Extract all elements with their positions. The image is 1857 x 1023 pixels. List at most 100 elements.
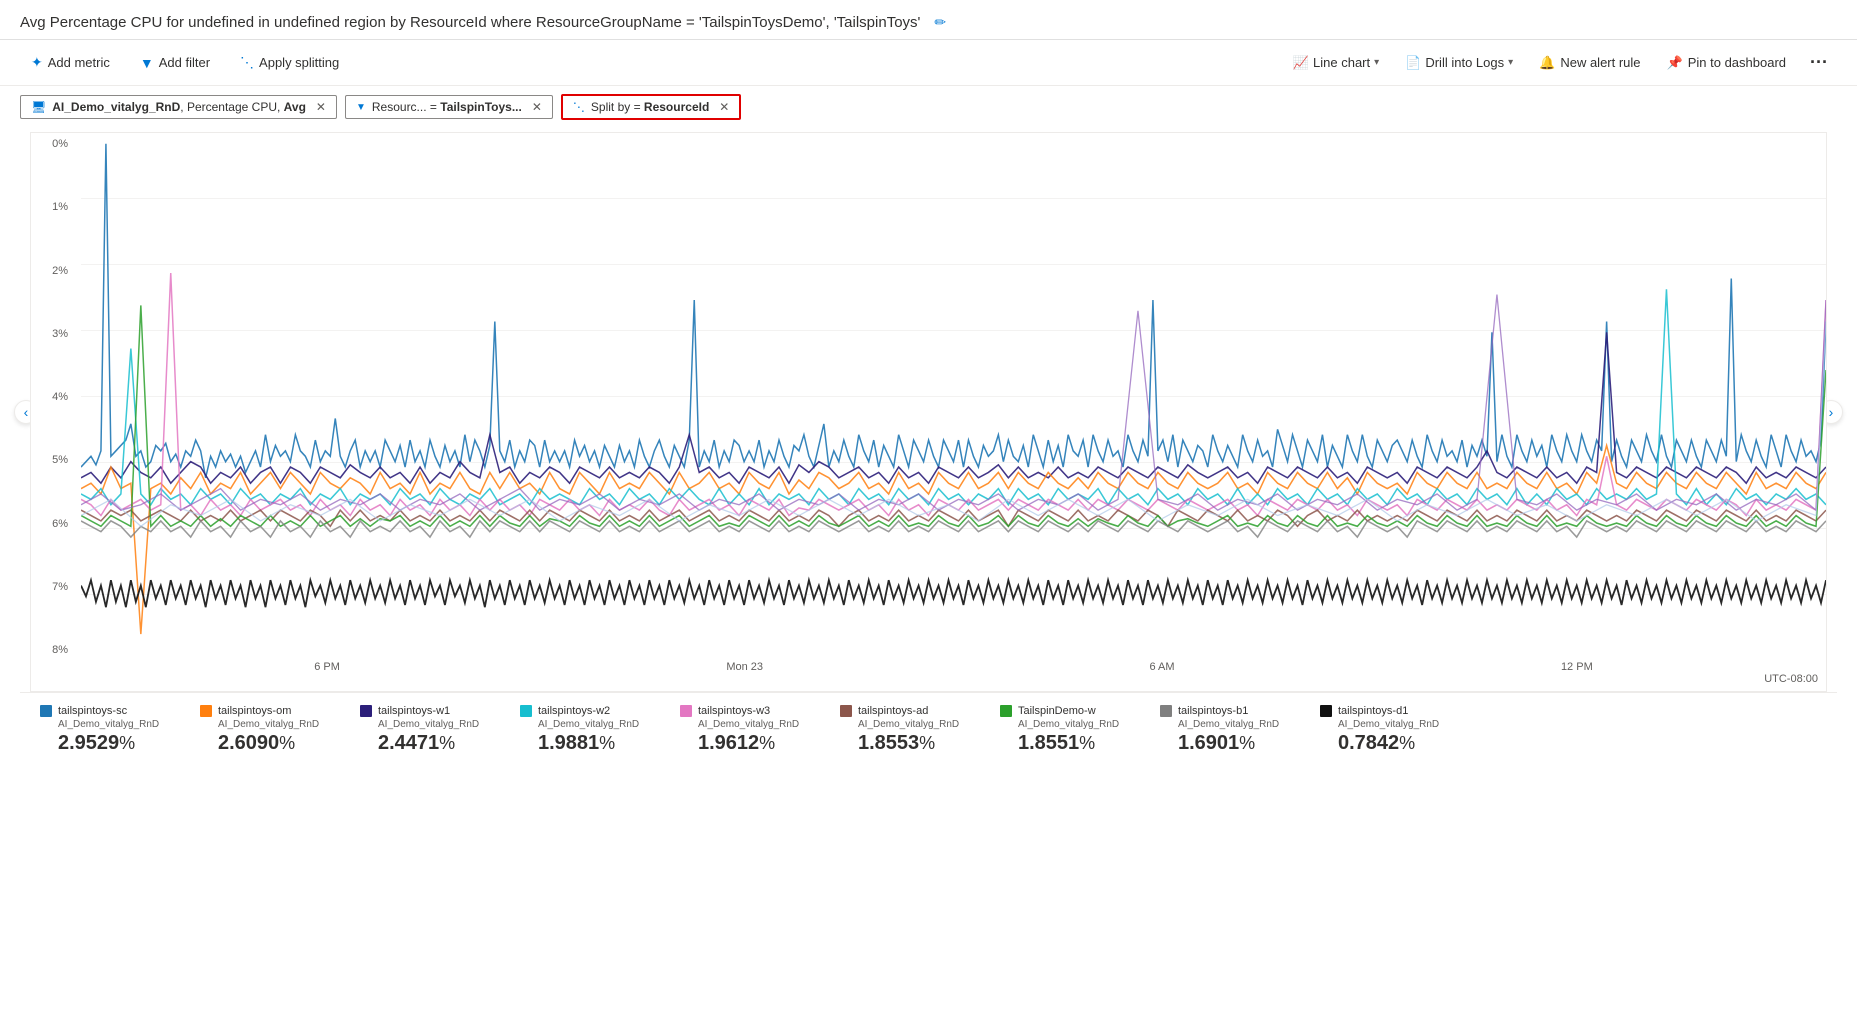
legend-color-ad bbox=[840, 705, 852, 717]
legend-sub-w2: AI_Demo_vitalyg_RnD bbox=[520, 719, 660, 730]
legend-item-ad: tailspintoys-ad AI_Demo_vitalyg_RnD 1.85… bbox=[840, 705, 980, 755]
chart-svg bbox=[81, 133, 1826, 661]
splitting-icon: ⋱ bbox=[240, 54, 254, 71]
legend-value-d1: 0.7842% bbox=[1320, 732, 1460, 755]
legend-item-om: tailspintoys-om AI_Demo_vitalyg_RnD 2.60… bbox=[200, 705, 340, 755]
y-label-5: 5% bbox=[31, 454, 76, 466]
legend-color-sc bbox=[40, 705, 52, 717]
pin-dashboard-button[interactable]: 📌 Pin to dashboard bbox=[1656, 49, 1797, 77]
utc-label: UTC-08:00 bbox=[1764, 673, 1818, 685]
legend-color-w1 bbox=[360, 705, 372, 717]
toolbar-right: 📈 Line chart ▾ 📄 Drill into Logs ▾ 🔔 New… bbox=[1282, 49, 1837, 77]
legend-item-b1: tailspintoys-b1 AI_Demo_vitalyg_RnD 1.69… bbox=[1160, 705, 1300, 755]
legend-sub-d1: AI_Demo_vitalyg_RnD bbox=[1320, 719, 1460, 730]
y-axis: 8% 7% 6% 5% 4% 3% 2% 1% 0% bbox=[31, 133, 81, 661]
x-label-6pm: 6 PM bbox=[314, 661, 340, 673]
pin-icon: 📌 bbox=[1667, 55, 1683, 71]
legend-color-w2 bbox=[520, 705, 532, 717]
metric-tag-text: AI_Demo_vitalyg_RnD, Percentage CPU, Avg bbox=[52, 100, 306, 114]
edit-icon[interactable]: ✏ bbox=[934, 14, 946, 31]
legend-label-w2: tailspintoys-w2 bbox=[520, 705, 660, 717]
legend-name-om: tailspintoys-om bbox=[218, 705, 291, 717]
chart-area: 8% 7% 6% 5% 4% 3% 2% 1% 0% bbox=[30, 132, 1827, 692]
split-tag-text: Split by = ResourceId bbox=[591, 100, 709, 114]
filter-tag: ▼ Resourc... = TailspinToys... ✕ bbox=[345, 95, 553, 119]
legend-sub-ad: AI_Demo_vitalyg_RnD bbox=[840, 719, 980, 730]
y-label-2: 2% bbox=[31, 265, 76, 277]
legend-label-tw: TailspinDemo-w bbox=[1000, 705, 1140, 717]
legend-value-w2: 1.9881% bbox=[520, 732, 660, 755]
add-metric-icon: ✦ bbox=[31, 54, 43, 71]
new-alert-button[interactable]: 🔔 New alert rule bbox=[1528, 49, 1651, 77]
y-label-3: 3% bbox=[31, 328, 76, 340]
line-chart-button[interactable]: 📈 Line chart ▾ bbox=[1282, 49, 1390, 77]
drill-logs-button[interactable]: 📄 Drill into Logs ▾ bbox=[1394, 49, 1524, 77]
legend: tailspintoys-sc AI_Demo_vitalyg_RnD 2.95… bbox=[20, 692, 1837, 767]
x-axis: 6 PM Mon 23 6 AM 12 PM bbox=[81, 661, 1826, 691]
legend-name-w2: tailspintoys-w2 bbox=[538, 705, 610, 717]
x-label-mon23: Mon 23 bbox=[726, 661, 763, 673]
legend-color-b1 bbox=[1160, 705, 1172, 717]
legend-name-w1: tailspintoys-w1 bbox=[378, 705, 450, 717]
add-metric-button[interactable]: ✦ Add metric bbox=[20, 48, 121, 77]
legend-color-w3 bbox=[680, 705, 692, 717]
legend-name-w3: tailspintoys-w3 bbox=[698, 705, 770, 717]
legend-label-d1: tailspintoys-d1 bbox=[1320, 705, 1460, 717]
y-label-1: 1% bbox=[31, 201, 76, 213]
metric-tag: 🖥 AI_Demo_vitalyg_RnD, Percentage CPU, A… bbox=[20, 95, 337, 119]
add-metric-label: Add metric bbox=[48, 55, 110, 70]
chart-wrapper: ‹ › 8% 7% 6% 5% 4% 3% 2% 1% 0% bbox=[30, 132, 1827, 692]
legend-name-ad: tailspintoys-ad bbox=[858, 705, 928, 717]
legend-color-d1 bbox=[1320, 705, 1332, 717]
metric-tag-close[interactable]: ✕ bbox=[316, 100, 326, 114]
y-label-6: 6% bbox=[31, 518, 76, 530]
legend-name-sc: tailspintoys-sc bbox=[58, 705, 127, 717]
legend-item-w2: tailspintoys-w2 AI_Demo_vitalyg_RnD 1.98… bbox=[520, 705, 660, 755]
legend-sub-w1: AI_Demo_vitalyg_RnD bbox=[360, 719, 500, 730]
apply-splitting-button[interactable]: ⋱ Apply splitting bbox=[229, 48, 350, 77]
y-label-0: 0% bbox=[31, 138, 76, 150]
legend-label-ad: tailspintoys-ad bbox=[840, 705, 980, 717]
split-tag-icon: ⋱ bbox=[573, 100, 585, 114]
filter-tag-close[interactable]: ✕ bbox=[532, 100, 542, 114]
legend-sub-w3: AI_Demo_vitalyg_RnD bbox=[680, 719, 820, 730]
pin-dashboard-label: Pin to dashboard bbox=[1688, 55, 1786, 70]
line-chart-icon: 📈 bbox=[1293, 55, 1309, 71]
apply-splitting-label: Apply splitting bbox=[259, 55, 339, 70]
legend-value-sc: 2.9529% bbox=[40, 732, 180, 755]
add-filter-label: Add filter bbox=[159, 55, 210, 70]
add-filter-button[interactable]: ▼ Add filter bbox=[129, 49, 221, 77]
legend-value-tw: 1.8551% bbox=[1000, 732, 1140, 755]
legend-item-sc: tailspintoys-sc AI_Demo_vitalyg_RnD 2.95… bbox=[40, 705, 180, 755]
legend-sub-om: AI_Demo_vitalyg_RnD bbox=[200, 719, 340, 730]
legend-value-om: 2.6090% bbox=[200, 732, 340, 755]
chart-inner bbox=[81, 133, 1826, 661]
legend-sub-sc: AI_Demo_vitalyg_RnD bbox=[40, 719, 180, 730]
drill-logs-arrow: ▾ bbox=[1508, 57, 1513, 68]
legend-name-b1: tailspintoys-b1 bbox=[1178, 705, 1248, 717]
legend-item-w1: tailspintoys-w1 AI_Demo_vitalyg_RnD 2.44… bbox=[360, 705, 500, 755]
legend-sub-b1: AI_Demo_vitalyg_RnD bbox=[1160, 719, 1300, 730]
toolbar: ✦ Add metric ▼ Add filter ⋱ Apply splitt… bbox=[0, 40, 1857, 86]
legend-item-w3: tailspintoys-w3 AI_Demo_vitalyg_RnD 1.96… bbox=[680, 705, 820, 755]
legend-name-d1: tailspintoys-d1 bbox=[1338, 705, 1408, 717]
legend-label-w1: tailspintoys-w1 bbox=[360, 705, 500, 717]
legend-value-w1: 2.4471% bbox=[360, 732, 500, 755]
line-chart-label: Line chart bbox=[1313, 55, 1370, 70]
split-tag: ⋱ Split by = ResourceId ✕ bbox=[561, 94, 741, 120]
legend-sub-tw: AI_Demo_vitalyg_RnD bbox=[1000, 719, 1140, 730]
x-label-6am: 6 AM bbox=[1149, 661, 1174, 673]
tags-bar: 🖥 AI_Demo_vitalyg_RnD, Percentage CPU, A… bbox=[0, 86, 1857, 132]
add-filter-icon: ▼ bbox=[140, 55, 154, 71]
y-label-8: 8% bbox=[31, 644, 76, 656]
line-chart-arrow: ▾ bbox=[1374, 57, 1379, 68]
split-tag-close[interactable]: ✕ bbox=[719, 100, 729, 114]
filter-tag-icon: ▼ bbox=[356, 102, 366, 113]
more-options-button[interactable]: ··· bbox=[1801, 49, 1837, 76]
legend-item-tw: TailspinDemo-w AI_Demo_vitalyg_RnD 1.855… bbox=[1000, 705, 1140, 755]
legend-color-tw bbox=[1000, 705, 1012, 717]
y-label-4: 4% bbox=[31, 391, 76, 403]
y-label-7: 7% bbox=[31, 581, 76, 593]
page-title: Avg Percentage CPU for undefined in unde… bbox=[20, 14, 920, 31]
legend-value-w3: 1.9612% bbox=[680, 732, 820, 755]
